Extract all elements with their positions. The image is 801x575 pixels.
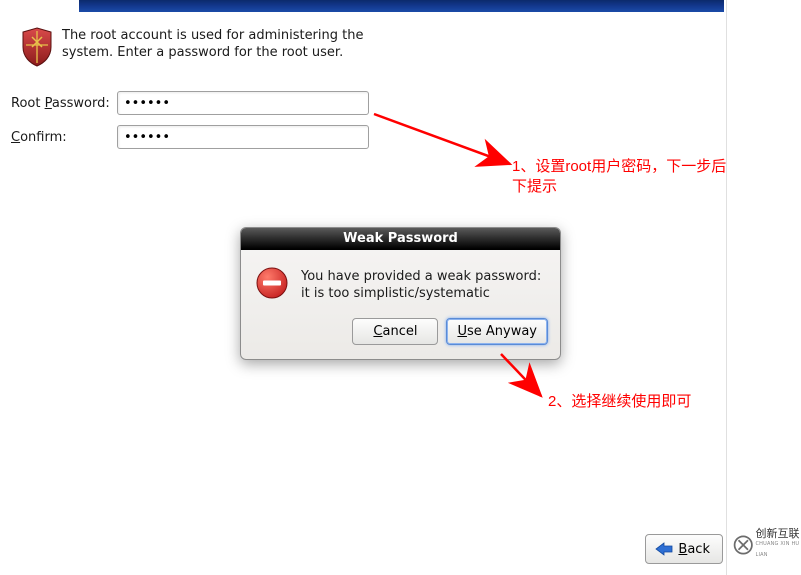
error-icon xyxy=(255,266,289,300)
watermark-sidebar: 创新互联 CHUANG XIN HU LIAN xyxy=(726,0,801,575)
root-password-intro: The root account is used for administeri… xyxy=(20,27,380,67)
use-anyway-button[interactable]: Use Anyway xyxy=(446,318,548,345)
confirm-password-label: Confirm: xyxy=(11,130,117,145)
root-password-input[interactable] xyxy=(117,91,369,115)
dialog-title: Weak Password xyxy=(241,228,560,250)
root-password-form: Root Password: Confirm: xyxy=(11,91,411,159)
intro-text: The root account is used for administeri… xyxy=(62,27,380,67)
watermark-line2: CHUANG XIN HU LIAN xyxy=(755,539,801,561)
back-button[interactable]: Back xyxy=(645,534,723,564)
weak-password-dialog: Weak Password You have provided a weak p… xyxy=(240,227,561,360)
root-password-label: Root Password: xyxy=(11,96,117,111)
annotation-text-2: 2、选择继续使用即可 xyxy=(548,392,691,412)
cancel-button[interactable]: Cancel xyxy=(352,318,438,345)
installer-banner xyxy=(79,0,724,12)
watermark-line1: 创新互联 xyxy=(755,528,801,539)
shield-icon xyxy=(20,27,54,67)
dialog-message: You have provided a weak password: it is… xyxy=(301,266,546,302)
back-arrow-icon xyxy=(654,541,674,557)
confirm-password-input[interactable] xyxy=(117,125,369,149)
watermark-logo-icon xyxy=(733,532,753,558)
